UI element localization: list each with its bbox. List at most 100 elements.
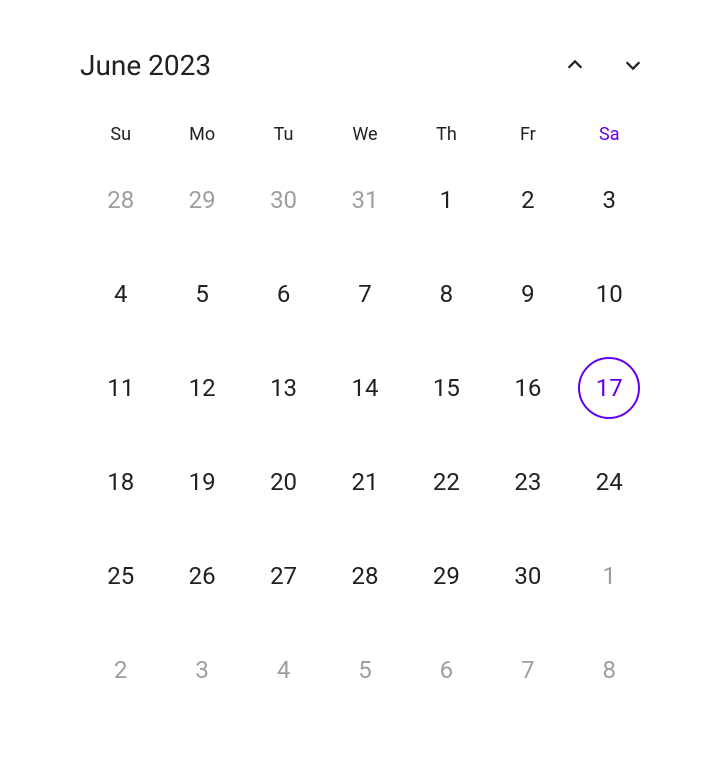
weekday-label: Su bbox=[80, 118, 161, 151]
day-number: 8 bbox=[578, 639, 640, 701]
day-number: 19 bbox=[171, 451, 233, 513]
day-number: 2 bbox=[90, 639, 152, 701]
day-cell[interactable]: 9 bbox=[487, 263, 568, 325]
day-number: 28 bbox=[334, 545, 396, 607]
day-number: 30 bbox=[497, 545, 559, 607]
day-cell[interactable]: 25 bbox=[80, 545, 161, 607]
day-number: 3 bbox=[171, 639, 233, 701]
day-cell[interactable]: 18 bbox=[80, 451, 161, 513]
day-cell[interactable]: 6 bbox=[243, 263, 324, 325]
day-cell[interactable]: 10 bbox=[569, 263, 650, 325]
day-number: 25 bbox=[90, 545, 152, 607]
day-number: 15 bbox=[415, 357, 477, 419]
day-cell[interactable]: 4 bbox=[243, 639, 324, 701]
weekday-label: Tu bbox=[243, 118, 324, 151]
day-number: 27 bbox=[253, 545, 315, 607]
weekday-label: Th bbox=[406, 118, 487, 151]
day-cell[interactable]: 1 bbox=[406, 169, 487, 231]
day-number: 29 bbox=[171, 169, 233, 231]
day-cell[interactable]: 30 bbox=[487, 545, 568, 607]
day-number: 17 bbox=[578, 357, 640, 419]
day-number: 31 bbox=[334, 169, 396, 231]
day-number: 20 bbox=[253, 451, 315, 513]
day-number: 6 bbox=[253, 263, 315, 325]
day-cell[interactable]: 30 bbox=[243, 169, 324, 231]
nav-buttons bbox=[558, 48, 650, 82]
day-cell[interactable]: 29 bbox=[406, 545, 487, 607]
day-number: 1 bbox=[415, 169, 477, 231]
day-cell[interactable]: 7 bbox=[487, 639, 568, 701]
day-number: 5 bbox=[334, 639, 396, 701]
next-month-button[interactable] bbox=[616, 48, 650, 82]
day-grid: 2829303112345678910111213141516171819202… bbox=[80, 169, 650, 701]
day-number: 29 bbox=[415, 545, 477, 607]
day-number: 10 bbox=[578, 263, 640, 325]
weekday-label: Fr bbox=[487, 118, 568, 151]
day-number: 1 bbox=[578, 545, 640, 607]
day-cell[interactable]: 3 bbox=[161, 639, 242, 701]
day-cell[interactable]: 21 bbox=[324, 451, 405, 513]
day-number: 21 bbox=[334, 451, 396, 513]
day-number: 4 bbox=[253, 639, 315, 701]
day-cell[interactable]: 5 bbox=[161, 263, 242, 325]
weekday-label: Mo bbox=[161, 118, 242, 151]
day-cell[interactable]: 8 bbox=[406, 263, 487, 325]
day-number: 7 bbox=[497, 639, 559, 701]
day-cell[interactable]: 4 bbox=[80, 263, 161, 325]
chevron-up-icon bbox=[564, 54, 586, 76]
day-number: 7 bbox=[334, 263, 396, 325]
month-title: June 2023 bbox=[80, 49, 211, 82]
day-number: 14 bbox=[334, 357, 396, 419]
day-cell[interactable]: 16 bbox=[487, 357, 568, 419]
day-number: 6 bbox=[415, 639, 477, 701]
chevron-down-icon bbox=[622, 54, 644, 76]
day-cell[interactable]: 7 bbox=[324, 263, 405, 325]
day-cell[interactable]: 5 bbox=[324, 639, 405, 701]
day-number: 30 bbox=[253, 169, 315, 231]
day-cell[interactable]: 24 bbox=[569, 451, 650, 513]
day-number: 12 bbox=[171, 357, 233, 419]
day-cell[interactable]: 2 bbox=[80, 639, 161, 701]
day-number: 9 bbox=[497, 263, 559, 325]
day-cell[interactable]: 12 bbox=[161, 357, 242, 419]
day-cell[interactable]: 14 bbox=[324, 357, 405, 419]
weekday-row: SuMoTuWeThFrSa bbox=[80, 118, 650, 151]
day-cell[interactable]: 1 bbox=[569, 545, 650, 607]
day-cell[interactable]: 29 bbox=[161, 169, 242, 231]
day-cell[interactable]: 26 bbox=[161, 545, 242, 607]
day-cell[interactable]: 13 bbox=[243, 357, 324, 419]
day-number: 23 bbox=[497, 451, 559, 513]
prev-month-button[interactable] bbox=[558, 48, 592, 82]
day-cell[interactable]: 19 bbox=[161, 451, 242, 513]
weekday-label: Sa bbox=[569, 118, 650, 151]
day-number: 2 bbox=[497, 169, 559, 231]
day-number: 16 bbox=[497, 357, 559, 419]
day-cell[interactable]: 15 bbox=[406, 357, 487, 419]
day-cell[interactable]: 2 bbox=[487, 169, 568, 231]
day-number: 5 bbox=[171, 263, 233, 325]
day-number: 24 bbox=[578, 451, 640, 513]
day-number: 18 bbox=[90, 451, 152, 513]
day-cell[interactable]: 28 bbox=[80, 169, 161, 231]
day-cell[interactable]: 17 bbox=[569, 357, 650, 419]
day-cell[interactable]: 6 bbox=[406, 639, 487, 701]
day-cell[interactable]: 11 bbox=[80, 357, 161, 419]
day-cell[interactable]: 22 bbox=[406, 451, 487, 513]
day-number: 4 bbox=[90, 263, 152, 325]
day-cell[interactable]: 8 bbox=[569, 639, 650, 701]
day-number: 3 bbox=[578, 169, 640, 231]
day-number: 13 bbox=[253, 357, 315, 419]
day-number: 22 bbox=[415, 451, 477, 513]
calendar-header: June 2023 bbox=[80, 48, 650, 82]
day-number: 28 bbox=[90, 169, 152, 231]
day-number: 26 bbox=[171, 545, 233, 607]
day-cell[interactable]: 20 bbox=[243, 451, 324, 513]
day-number: 11 bbox=[90, 357, 152, 419]
day-cell[interactable]: 28 bbox=[324, 545, 405, 607]
weekday-label: We bbox=[324, 118, 405, 151]
day-cell[interactable]: 3 bbox=[569, 169, 650, 231]
calendar: June 2023 SuMoTuWeThFrSa 282930311234567… bbox=[0, 0, 720, 721]
day-cell[interactable]: 27 bbox=[243, 545, 324, 607]
day-cell[interactable]: 23 bbox=[487, 451, 568, 513]
day-cell[interactable]: 31 bbox=[324, 169, 405, 231]
